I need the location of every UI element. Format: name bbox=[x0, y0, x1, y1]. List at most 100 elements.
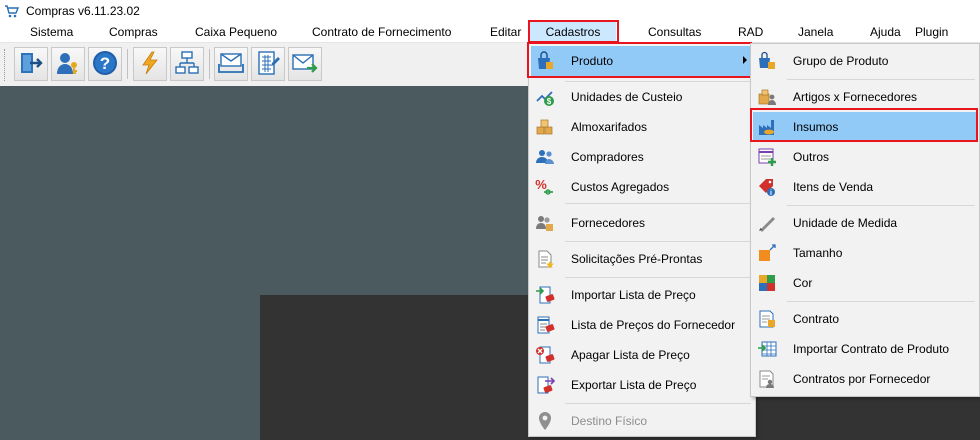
menu-item-label: Lista de Preços do Fornecedor bbox=[571, 318, 736, 332]
percent-icon: % bbox=[535, 177, 555, 197]
menu-janela[interactable]: Janela bbox=[798, 22, 833, 43]
mail-tray-icon bbox=[217, 50, 245, 79]
menu-item-solicitacoes-pre-prontas[interactable]: Solicitações Pré-Prontas bbox=[531, 244, 753, 274]
menu-item-lista-de-precos-do-fornecedor[interactable]: Lista de Preços do Fornecedor bbox=[531, 310, 753, 340]
menu-item-itens-de-venda[interactable]: i Itens de Venda bbox=[753, 172, 977, 202]
other-list-icon bbox=[757, 147, 777, 167]
menu-item-produto[interactable]: Produto bbox=[531, 46, 753, 76]
svg-text:?: ? bbox=[100, 54, 110, 73]
supplier-contracts-icon bbox=[757, 369, 777, 389]
menu-item-label: Insumos bbox=[793, 120, 839, 134]
menu-item-label: Itens de Venda bbox=[793, 180, 874, 194]
menu-item-label: Unidade de Medida bbox=[793, 216, 898, 230]
menu-separator bbox=[565, 241, 751, 242]
menu-item-unidades-de-custeio[interactable]: $ Unidades de Custeio bbox=[531, 82, 753, 112]
menu-item-custos-agregados[interactable]: % Custos Agregados bbox=[531, 172, 753, 202]
menu-item-label: Cor bbox=[793, 276, 813, 290]
menu-separator bbox=[565, 203, 751, 204]
menu-ajuda[interactable]: Ajuda bbox=[870, 22, 901, 43]
toolbar-separator bbox=[127, 49, 128, 79]
send-mail-icon bbox=[291, 50, 319, 79]
toolbar-user-key-button[interactable] bbox=[51, 47, 85, 81]
menu-item-label: Fornecedores bbox=[571, 216, 646, 230]
window-title: Compras v6.11.23.02 bbox=[26, 4, 140, 18]
menu-item-importar-lista-de-preco[interactable]: Importar Lista de Preço bbox=[531, 280, 753, 310]
menu-consultas[interactable]: Consultas bbox=[648, 22, 701, 43]
menu-item-fornecedores[interactable]: Fornecedores bbox=[531, 208, 753, 238]
color-grid-icon bbox=[757, 273, 777, 293]
menu-item-contrato[interactable]: Contrato bbox=[753, 304, 977, 334]
network-icon bbox=[174, 50, 200, 79]
menu-item-label: Custos Agregados bbox=[571, 180, 670, 194]
menu-caixa-pequeno[interactable]: Caixa Pequeno bbox=[195, 22, 277, 43]
toolbar-exit-button[interactable] bbox=[14, 47, 48, 81]
document-star-icon bbox=[535, 249, 555, 269]
menu-item-destino-fisico[interactable]: Destino Físico bbox=[531, 406, 753, 436]
menu-separator bbox=[565, 277, 751, 278]
menu-item-label: Tamanho bbox=[793, 246, 843, 260]
import-contract-icon bbox=[757, 339, 777, 359]
menu-item-label: Outros bbox=[793, 150, 830, 164]
menu-contrato-fornecimento[interactable]: Contrato de Fornecimento bbox=[312, 22, 451, 43]
contract-icon bbox=[757, 309, 777, 329]
size-square-icon bbox=[757, 243, 777, 263]
menu-item-almoxarifados[interactable]: Almoxarifados bbox=[531, 112, 753, 142]
price-list-icon bbox=[535, 315, 555, 335]
menu-item-contratos-por-fornecedor[interactable]: Contratos por Fornecedor bbox=[753, 364, 977, 394]
factory-icon bbox=[757, 117, 777, 137]
menu-item-label: Contrato bbox=[793, 312, 840, 326]
title-bar: Compras v6.11.23.02 bbox=[0, 0, 980, 22]
menu-item-unidade-de-medida[interactable]: Unidade de Medida bbox=[753, 208, 977, 238]
menu-item-label: Exportar Lista de Preço bbox=[571, 378, 697, 392]
menu-item-tamanho[interactable]: Tamanho bbox=[753, 238, 977, 268]
menu-separator bbox=[787, 79, 975, 80]
menu-item-exportar-lista-de-preco[interactable]: Exportar Lista de Preço bbox=[531, 370, 753, 400]
menu-bar: Sistema Compras Caixa Pequeno Contrato d… bbox=[0, 22, 980, 43]
toolbar-separator bbox=[209, 49, 210, 79]
menu-item-label: Importar Lista de Preço bbox=[571, 288, 696, 302]
menu-item-artigos-x-fornecedores[interactable]: Artigos x Fornecedores bbox=[753, 82, 977, 112]
menu-rad[interactable]: RAD bbox=[738, 22, 763, 43]
menu-item-grupo-de-produto[interactable]: Grupo de Produto bbox=[753, 46, 977, 76]
toolbar-help-button[interactable]: ? bbox=[88, 47, 122, 81]
supplier-icon bbox=[535, 213, 555, 233]
toolbar-lightning-button[interactable] bbox=[133, 47, 167, 81]
menu-item-insumos[interactable]: Insumos bbox=[753, 112, 977, 142]
toolbar-grip[interactable] bbox=[4, 49, 7, 81]
menu-item-label: Compradores bbox=[571, 150, 644, 164]
toolbar-calculator-button[interactable] bbox=[251, 47, 285, 81]
menu-editar[interactable]: Editar bbox=[490, 22, 521, 43]
exit-door-icon bbox=[18, 50, 44, 79]
product-group-icon bbox=[757, 51, 777, 71]
toolbar-network-button[interactable] bbox=[170, 47, 204, 81]
delete-price-list-icon bbox=[535, 345, 555, 365]
toolbar-send-mail-button[interactable] bbox=[288, 47, 322, 81]
import-price-list-icon bbox=[535, 285, 555, 305]
menu-item-importar-contrato-de-produto[interactable]: Importar Contrato de Produto bbox=[753, 334, 977, 364]
product-bag-icon bbox=[535, 51, 555, 71]
menu-item-outros[interactable]: Outros bbox=[753, 142, 977, 172]
menu-item-label: Unidades de Custeio bbox=[571, 90, 683, 104]
toolbar-mail-tray-button[interactable] bbox=[214, 47, 248, 81]
menu-item-apagar-lista-de-preco[interactable]: Apagar Lista de Preço bbox=[531, 340, 753, 370]
cadastros-menu: Produto $ Unidades de Custeio Almoxarifa… bbox=[528, 43, 756, 437]
ruler-pencil-icon bbox=[757, 213, 777, 233]
menu-item-label: Produto bbox=[571, 54, 614, 68]
menu-separator bbox=[565, 403, 751, 404]
help-icon: ? bbox=[91, 49, 119, 80]
menu-item-cor[interactable]: Cor bbox=[753, 268, 977, 298]
sale-tag-icon: i bbox=[757, 177, 777, 197]
menu-sistema[interactable]: Sistema bbox=[30, 22, 73, 43]
menu-item-label: Importar Contrato de Produto bbox=[793, 342, 950, 356]
shopping-cart-icon bbox=[4, 3, 20, 19]
cost-chart-icon: $ bbox=[535, 87, 555, 107]
user-key-icon bbox=[55, 50, 81, 79]
menu-compras[interactable]: Compras bbox=[109, 22, 158, 43]
menu-item-label: Destino Físico bbox=[571, 414, 648, 428]
svg-text:i: i bbox=[770, 190, 772, 197]
menu-plugin[interactable]: Plugin bbox=[915, 22, 948, 43]
menu-item-compradores[interactable]: Compradores bbox=[531, 142, 753, 172]
menu-cadastros[interactable]: Cadastros bbox=[530, 22, 616, 43]
menu-separator bbox=[787, 205, 975, 206]
menu-item-label: Almoxarifados bbox=[571, 120, 648, 134]
